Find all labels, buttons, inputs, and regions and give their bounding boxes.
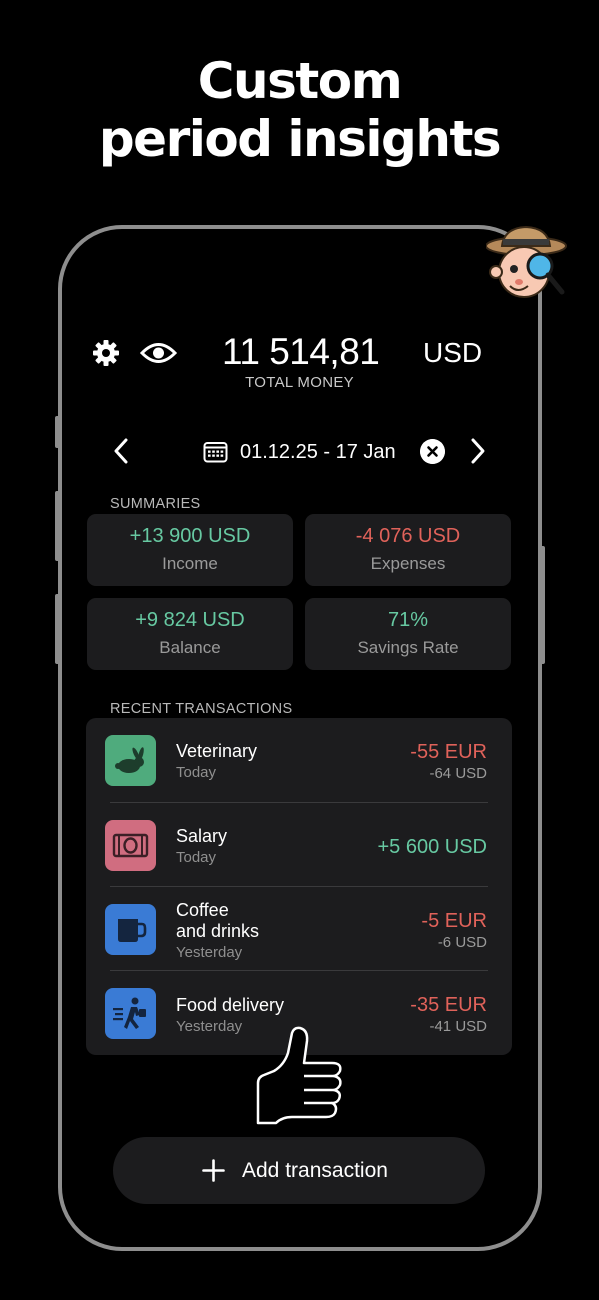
transaction-title: Food delivery [176, 995, 285, 1015]
expenses-label: Expenses [370, 554, 446, 573]
chevron-left-icon[interactable] [110, 436, 132, 466]
summary-card-income[interactable]: +13 900 USD Income [87, 514, 293, 586]
savings-rate-label: Savings Rate [357, 638, 459, 657]
income-label: Income [162, 554, 218, 573]
transaction-converted-amount: -41 USD [429, 1018, 487, 1035]
summary-card-balance[interactable]: +9 824 USD Balance [87, 598, 293, 670]
banknote-icon [105, 820, 156, 871]
close-circle-icon[interactable] [420, 439, 445, 464]
balance-label: Balance [159, 638, 221, 657]
total-money-amount: 11 514,81 [222, 331, 380, 372]
currency-selector[interactable]: USD [423, 337, 482, 369]
gear-icon[interactable] [92, 339, 120, 367]
transaction-date: Today [176, 764, 217, 781]
rabbit-icon [105, 735, 156, 786]
transaction-date: Yesterday [176, 944, 243, 961]
period-range[interactable]: 01.12.25 - 17 Jan [240, 440, 396, 464]
balance-value: +9 824 USD [135, 609, 245, 631]
phone-volume-down-button [55, 594, 61, 664]
transaction-title: Veterinary [176, 741, 258, 761]
summary-card-expenses[interactable]: -4 076 USD Expenses [305, 514, 511, 586]
recent-transactions-heading: RECENT TRANSACTIONS [110, 701, 293, 717]
detective-mascot-icon [486, 225, 567, 298]
eye-icon[interactable] [140, 340, 177, 366]
phone-side-button [55, 416, 61, 448]
headline-line-1: Custom [197, 52, 403, 110]
add-transaction-label[interactable]: Add transaction [242, 1158, 388, 1183]
transaction-title-line-2: and drinks [176, 921, 260, 941]
transaction-title: Salary [176, 826, 228, 846]
transaction-amount: -5 EUR [421, 910, 487, 932]
transaction-converted-amount: -64 USD [429, 765, 487, 782]
plus-icon[interactable] [202, 1159, 225, 1182]
phone-power-button [539, 546, 545, 664]
courier-icon [105, 988, 156, 1039]
phone-volume-up-button [55, 491, 61, 561]
income-value: +13 900 USD [129, 525, 251, 547]
transaction-amount: -35 EUR [410, 994, 487, 1016]
transaction-date: Today [176, 849, 217, 866]
transaction-title: Coffee [176, 900, 229, 920]
row-divider [110, 802, 488, 803]
transaction-amount: -55 EUR [410, 741, 487, 763]
summaries-heading: SUMMARIES [110, 496, 201, 512]
headline-line-2: period insights [98, 110, 502, 168]
thumbs-up-icon [256, 1026, 342, 1125]
summary-card-savings-rate[interactable]: 71% Savings Rate [305, 598, 511, 670]
transaction-amount: +5 600 USD [377, 836, 487, 858]
row-divider [110, 970, 488, 971]
chevron-right-icon[interactable] [467, 436, 489, 466]
calendar-icon [203, 442, 228, 463]
promo-headline: Custom period insights [0, 52, 599, 168]
expenses-value: -4 076 USD [355, 525, 461, 547]
cup-icon [105, 904, 156, 955]
row-divider [110, 886, 488, 887]
transaction-converted-amount: -6 USD [437, 934, 487, 951]
transaction-date: Yesterday [176, 1018, 243, 1035]
total-money-label: TOTAL MONEY [245, 374, 354, 391]
savings-rate-value: 71% [387, 609, 429, 631]
